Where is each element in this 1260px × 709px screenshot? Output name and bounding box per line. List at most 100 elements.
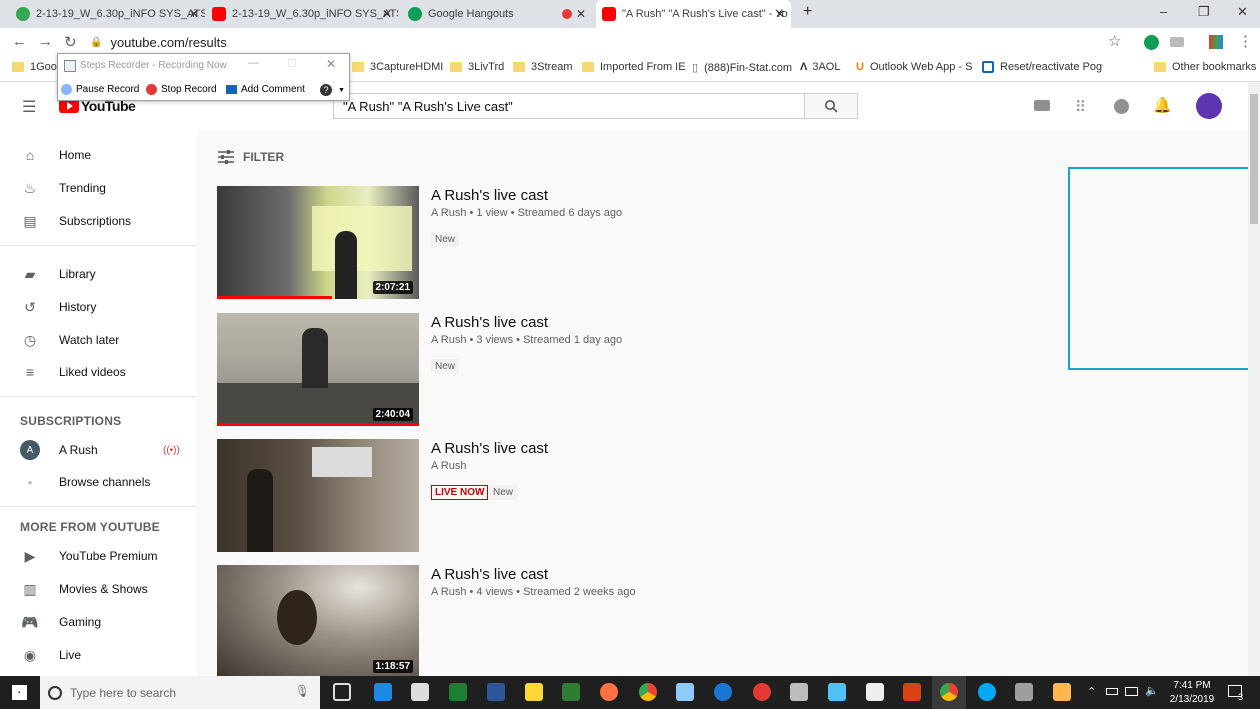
menu-dots-icon[interactable]: ⋮ <box>1238 32 1253 50</box>
apps-grid-icon[interactable]: ⠿ <box>1075 98 1086 116</box>
powerpoint-icon[interactable] <box>903 683 921 701</box>
store-icon[interactable] <box>411 683 429 701</box>
minimize-icon[interactable]: – <box>1160 4 1167 19</box>
app-icon[interactable] <box>676 683 694 701</box>
taskbar-date[interactable]: 2/13/2019 <box>1162 694 1222 705</box>
app-icon[interactable] <box>828 683 846 701</box>
sidebar-item-live[interactable]: ◉ Live <box>0 639 197 671</box>
search-button[interactable] <box>804 93 858 119</box>
scrollbar-thumb[interactable] <box>1250 94 1258 224</box>
notifications-bell-icon[interactable]: 🔔 <box>1153 96 1172 114</box>
taskbar-search-input[interactable]: Type here to search 🎙 <box>40 676 320 709</box>
volume-icon[interactable]: 🔈 <box>1145 684 1159 697</box>
skype-icon[interactable] <box>978 683 996 701</box>
browser-tab-4[interactable]: "A Rush" "A Rush's Live cast" - Yo ✕ <box>596 0 791 28</box>
reload-icon[interactable]: ↻ <box>64 33 77 51</box>
captivate-icon[interactable] <box>562 683 580 701</box>
battery-icon[interactable] <box>1106 688 1118 695</box>
sticky-notes-icon[interactable] <box>525 683 543 701</box>
microphone-icon[interactable]: 🎙 <box>295 684 310 698</box>
page-scrollbar[interactable] <box>1248 82 1260 676</box>
back-icon[interactable]: ← <box>12 33 27 50</box>
pause-record-button[interactable]: Pause Record <box>61 84 139 95</box>
camera-icon[interactable] <box>866 683 884 701</box>
sidebar-item-gaming[interactable]: 🎮 Gaming <box>0 606 197 638</box>
tray-up-arrow-icon[interactable]: ⌃ <box>1087 685 1096 698</box>
sidebar-item-channel[interactable]: A A Rush ((•)) <box>0 434 197 466</box>
video-result[interactable]: 2:40:04 A Rush's live cast A Rush • 3 vi… <box>217 313 1017 426</box>
sidebar-item-watch-later[interactable]: ◷ Watch later <box>0 324 197 356</box>
video-result[interactable]: A Rush's live cast A Rush LIVE NOW New <box>217 439 1017 552</box>
video-title[interactable]: A Rush's live cast <box>431 566 548 583</box>
chrome-active-icon[interactable] <box>940 683 958 701</box>
firefox-icon[interactable] <box>600 683 618 701</box>
bookmark-folder[interactable]: 3Stream <box>513 61 573 73</box>
internet-explorer-icon[interactable] <box>714 683 732 701</box>
edge-icon[interactable] <box>374 683 392 701</box>
close-window-icon[interactable]: ✕ <box>1237 4 1248 20</box>
forward-icon[interactable]: → <box>38 33 53 50</box>
search-input[interactable]: "A Rush" "A Rush's Live cast" <box>333 93 805 119</box>
bookmark-folder[interactable]: Imported From IE <box>582 61 686 73</box>
sidebar-item-browse-channels[interactable]: ● Browse channels <box>0 466 197 498</box>
create-video-icon[interactable] <box>1034 100 1050 111</box>
windows-start-icon[interactable] <box>12 685 27 700</box>
video-result[interactable]: 1:18:57 A Rush's live cast A Rush • 4 vi… <box>217 565 1017 678</box>
sidebar-item-history[interactable]: ↺ History <box>0 291 197 323</box>
browser-tab-2[interactable]: 2-13-19_W_6.30p_iNFO SYS_ATS ✕ <box>206 0 398 28</box>
help-dropdown[interactable]: ? ▼ <box>320 84 345 96</box>
video-title[interactable]: A Rush's live cast <box>431 187 548 204</box>
taskbar-time[interactable]: 7:41 PM <box>1162 680 1222 691</box>
video-result[interactable]: 2:07:21 A Rush's live cast A Rush • 1 vi… <box>217 186 1017 299</box>
omnibox[interactable]: 🔒 youtube.com/results <box>90 31 1130 53</box>
bookmark-link[interactable]: ▯ (888)Fin-Stat.com <box>692 61 792 75</box>
other-bookmarks[interactable]: Other bookmarks <box>1154 61 1256 73</box>
sidebar-item-subscriptions[interactable]: ▤ Subscriptions <box>0 205 197 237</box>
app-icon[interactable] <box>1015 683 1033 701</box>
bookmark-folder[interactable]: 3LivTrd <box>450 61 504 73</box>
close-tab-icon[interactable]: ✕ <box>382 7 392 21</box>
new-tab-icon[interactable]: + <box>803 3 812 21</box>
chrome-icon[interactable] <box>639 683 657 701</box>
sidebar-item-movies-shows[interactable]: ▥ Movies & Shows <box>0 573 197 605</box>
extension-icon[interactable] <box>1144 35 1159 50</box>
bookmark-link[interactable]: Reset/reactivate Pog <box>982 61 1102 73</box>
filter-button[interactable]: FILTER <box>217 150 284 164</box>
add-comment-button[interactable]: Add Comment <box>226 84 305 95</box>
camera-extension-icon[interactable] <box>1170 37 1184 47</box>
opera-icon[interactable] <box>753 683 771 701</box>
excel-icon[interactable] <box>449 683 467 701</box>
bookmark-folder[interactable]: 3CaptureHDMI <box>352 61 443 73</box>
account-avatar[interactable] <box>1196 93 1222 119</box>
java-icon[interactable] <box>1053 683 1071 701</box>
sidebar-item-youtube-premium[interactable]: ▶ YouTube Premium <box>0 540 197 572</box>
close-icon[interactable]: ✕ <box>326 57 336 71</box>
close-tab-icon[interactable]: ✕ <box>775 7 785 21</box>
stop-record-button[interactable]: Stop Record <box>146 84 217 95</box>
office-extension-icon[interactable] <box>1209 35 1223 49</box>
sidebar-item-library[interactable]: ▰ Library <box>0 258 197 290</box>
video-thumbnail[interactable]: 2:07:21 <box>217 186 419 299</box>
video-title[interactable]: A Rush's live cast <box>431 314 548 331</box>
star-icon[interactable]: ☆ <box>1108 32 1121 50</box>
bookmark-folder[interactable]: 1Goo <box>12 61 57 73</box>
minimize-icon[interactable]: — <box>248 57 259 69</box>
video-thumbnail[interactable] <box>217 439 419 552</box>
hamburger-menu-icon[interactable]: ☰ <box>22 97 36 117</box>
bookmark-link[interactable]: Λ 3AOL <box>800 61 840 73</box>
video-thumbnail[interactable]: 2:40:04 <box>217 313 419 426</box>
messages-icon[interactable] <box>1114 99 1129 114</box>
close-tab-icon[interactable]: ✕ <box>576 7 586 21</box>
bookmark-link[interactable]: U Outlook Web App - S <box>856 61 972 73</box>
sidebar-item-home[interactable]: ⌂ Home <box>0 139 197 171</box>
browser-tab-3[interactable]: Google Hangouts ✕ <box>402 0 592 28</box>
sidebar-item-liked-videos[interactable]: ≡ Liked videos <box>0 356 197 388</box>
close-tab-icon[interactable]: ✕ <box>189 7 199 21</box>
browser-tab-1[interactable]: 2-13-19_W_6.30p_iNFO SYS_ATS ✕ <box>10 0 205 28</box>
sidebar-item-trending[interactable]: ♨ Trending <box>0 172 197 204</box>
maximize-icon[interactable]: ❐ <box>1198 4 1210 20</box>
app-icon[interactable] <box>790 683 808 701</box>
video-thumbnail[interactable]: 1:18:57 <box>217 565 419 678</box>
network-icon[interactable] <box>1125 687 1138 696</box>
video-title[interactable]: A Rush's live cast <box>431 440 548 457</box>
